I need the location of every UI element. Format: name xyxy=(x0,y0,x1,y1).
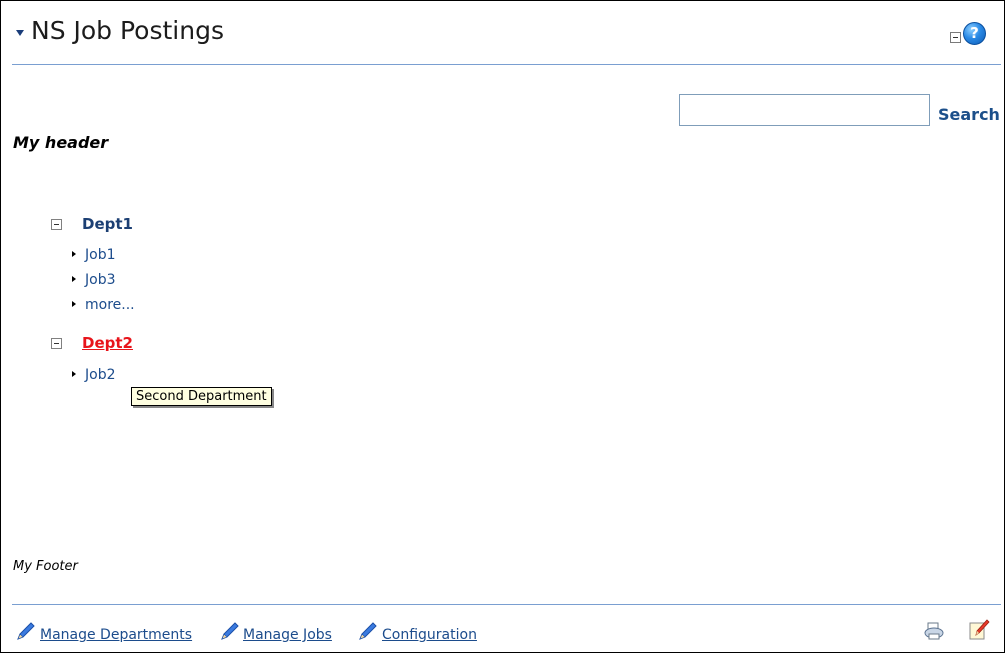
more-label: more... xyxy=(85,297,135,313)
portlet-window: NS Job Postings ? Search My header Dept1… xyxy=(0,0,1005,653)
portlet-header: NS Job Postings ? xyxy=(1,1,1004,64)
search-button[interactable]: Search xyxy=(938,105,1000,124)
job-label: Job2 xyxy=(85,367,116,383)
footer-divider xyxy=(12,604,1001,605)
search-input[interactable] xyxy=(679,94,930,126)
department-tooltip: Second Department xyxy=(131,387,272,406)
bullet-triangle-icon xyxy=(72,371,76,377)
help-icon[interactable]: ? xyxy=(963,22,986,45)
custom-footer-text: My Footer xyxy=(13,559,78,574)
job-link[interactable]: Job1 xyxy=(72,247,116,263)
pencil-icon xyxy=(17,622,35,640)
job-link[interactable]: Job2 xyxy=(72,367,116,383)
more-jobs-link[interactable]: more... xyxy=(72,297,135,313)
bullet-triangle-icon xyxy=(72,301,76,307)
pencil-icon xyxy=(221,622,239,640)
manage-jobs-link[interactable]: Manage Jobs xyxy=(243,627,332,643)
header-divider xyxy=(12,64,1001,65)
minimize-icon[interactable] xyxy=(950,32,961,43)
configuration-link[interactable]: Configuration xyxy=(382,627,477,643)
job-label: Job3 xyxy=(85,272,116,288)
job-label: Job1 xyxy=(85,247,116,263)
tree-collapse-icon[interactable] xyxy=(51,338,62,349)
edit-icon[interactable] xyxy=(967,618,991,642)
print-icon[interactable] xyxy=(923,621,945,641)
department-link[interactable]: Dept2 xyxy=(82,334,133,352)
department-link[interactable]: Dept1 xyxy=(82,215,133,233)
collapse-triangle-icon[interactable] xyxy=(16,30,24,36)
portlet-title: NS Job Postings xyxy=(31,16,224,45)
job-link[interactable]: Job3 xyxy=(72,272,116,288)
bullet-triangle-icon xyxy=(72,276,76,282)
pencil-icon xyxy=(359,622,377,640)
custom-header-text: My header xyxy=(13,133,109,152)
bullet-triangle-icon xyxy=(72,251,76,257)
tree-collapse-icon[interactable] xyxy=(51,219,62,230)
manage-departments-link[interactable]: Manage Departments xyxy=(40,627,192,643)
